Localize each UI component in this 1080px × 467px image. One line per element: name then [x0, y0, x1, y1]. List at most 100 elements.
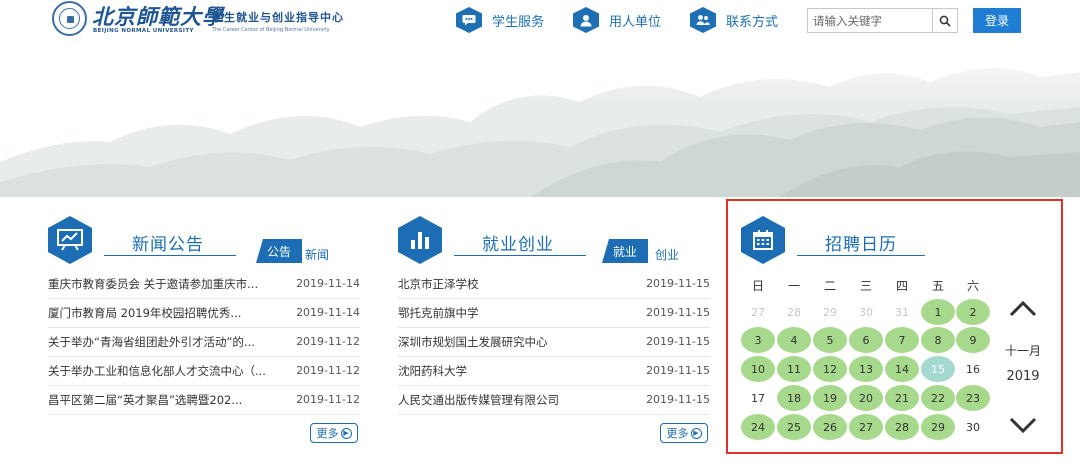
list-item-date: 2019-11-14: [296, 277, 360, 290]
university-seal-logo[interactable]: [52, 1, 87, 36]
calendar-prev-month-button[interactable]: [1005, 295, 1041, 321]
list-item-title: 鄂托克前旗中学: [398, 306, 479, 320]
calendar-day: 29: [823, 305, 837, 319]
calendar-title-underline: [797, 255, 925, 256]
tab-entrepreneurship[interactable]: 创业: [655, 246, 679, 263]
list-item-title: 厦门市教育局 2019年校园招聘优秀...: [48, 306, 242, 320]
bar-chart-icon: [398, 216, 442, 264]
calendar-month-label: 十一月: [1004, 344, 1041, 358]
calendar-day-event[interactable]: 18: [777, 385, 811, 411]
calendar-day: 30: [859, 305, 873, 319]
calendar-day-event[interactable]: 25: [777, 414, 811, 440]
list-item[interactable]: 昌平区第二届“英才聚昌”选聘暨202... 2019-11-12: [48, 386, 360, 415]
list-item-title: 昌平区第二届“英才聚昌”选聘暨202...: [48, 393, 243, 407]
nav-student-services[interactable]: 学生服务: [456, 7, 544, 33]
calendar-section-header: 招聘日历: [741, 216, 941, 264]
news-title-underline: [104, 255, 236, 256]
calendar-day-event[interactable]: 3: [741, 327, 775, 353]
calendar-day-event[interactable]: 14: [885, 356, 919, 382]
calendar-day-event[interactable]: 20: [849, 385, 883, 411]
seal-inner-ring: [59, 8, 80, 29]
tab-news[interactable]: 新闻: [305, 246, 329, 263]
nav-contact[interactable]: 联系方式: [690, 7, 778, 33]
calendar-day: 30: [966, 420, 980, 434]
calendar-day-event[interactable]: 19: [813, 385, 847, 411]
calendar-year-label: 2019: [1006, 369, 1040, 384]
list-item-title: 关于举办“青海省组团赴外引才活动”的...: [48, 335, 255, 349]
list-item-date: 2019-11-15: [646, 277, 710, 290]
calendar-day-event[interactable]: 22: [921, 385, 955, 411]
list-item-date: 2019-11-15: [646, 393, 710, 406]
news-list: 重庆市教育委员会 关于邀请参加重庆市... 2019-11-14 厦门市教育局 2…: [48, 270, 360, 415]
calendar-day-event[interactable]: 23: [956, 385, 990, 411]
nav-employers-label: 用人单位: [609, 14, 662, 30]
calendar-day-event[interactable]: 9: [956, 327, 990, 353]
list-item[interactable]: 沈阳药科大学 2019-11-15: [398, 357, 710, 386]
search-button[interactable]: [932, 9, 957, 32]
list-item[interactable]: 重庆市教育委员会 关于邀请参加重庆市... 2019-11-14: [48, 270, 360, 299]
calendar-day-event[interactable]: 13: [849, 356, 883, 382]
jobs-section-header: 就业创业 就业 创业: [398, 216, 718, 264]
calendar-day-event[interactable]: 6: [849, 327, 883, 353]
calendar-day-event[interactable]: 2: [956, 299, 990, 325]
nav-student-services-label: 学生服务: [492, 14, 545, 30]
weekday-label: 二: [823, 279, 836, 293]
calendar-day-event[interactable]: 11: [777, 356, 811, 382]
calendar-section-title: 招聘日历: [825, 235, 897, 255]
list-item-date: 2019-11-12: [296, 393, 360, 406]
login-button[interactable]: 登录: [973, 8, 1021, 33]
calendar-day-event[interactable]: 5: [813, 327, 847, 353]
calendar-day-event[interactable]: 1: [921, 299, 955, 325]
calendar-day-event[interactable]: 12: [813, 356, 847, 382]
calendar-day-event[interactable]: 26: [813, 414, 847, 440]
list-item[interactable]: 关于举办工业和信息化部人才交流中心（... 2019-11-12: [48, 357, 360, 386]
logo-chinese-name[interactable]: 北京師範大學: [92, 1, 224, 31]
calendar-day: 16: [966, 362, 980, 376]
tab-announcements[interactable]: 公告: [256, 239, 302, 263]
calendar-day-event[interactable]: 21: [885, 385, 919, 411]
site-header: 北京師範大學 BEIJING NORMAL UNIVERSITY 学生就业与创业…: [0, 0, 1080, 42]
chart-icon: [48, 216, 92, 264]
calendar-day-event[interactable]: 4: [777, 327, 811, 353]
calendar-day-event[interactable]: 7: [885, 327, 919, 353]
weekday-label: 一: [787, 279, 800, 293]
weekday-label: 三: [859, 279, 872, 293]
calendar-day: 17: [751, 391, 765, 405]
list-item[interactable]: 深圳市规划国土发展研究中心 2019-11-15: [398, 328, 710, 357]
arrow-right-icon: ▶: [690, 427, 702, 439]
seal-emblem: [67, 16, 74, 23]
news-more-button[interactable]: 更多 ▶: [310, 423, 358, 443]
calendar-next-month-button[interactable]: [1005, 413, 1041, 439]
list-item-title: 沈阳药科大学: [398, 364, 467, 378]
calendar-day-event[interactable]: 8: [921, 327, 955, 353]
news-section-header: 新闻公告 公告 新闻: [48, 216, 368, 264]
more-label: 更多: [316, 427, 339, 440]
list-item-title: 人民交通出版传媒管理有限公司: [398, 393, 559, 407]
calendar-day: 27: [751, 305, 765, 319]
list-item[interactable]: 人民交通出版传媒管理有限公司 2019-11-15: [398, 386, 710, 415]
weekday-label: 五: [931, 279, 944, 293]
calendar-day-event[interactable]: 24: [741, 414, 775, 440]
more-label: 更多: [666, 427, 689, 440]
list-item[interactable]: 关于举办“青海省组团赴外引才活动”的... 2019-11-12: [48, 328, 360, 357]
tab-employment[interactable]: 就业: [602, 239, 648, 263]
news-section-title: 新闻公告: [132, 235, 204, 255]
calendar-day-event[interactable]: 28: [885, 414, 919, 440]
jobs-more-button[interactable]: 更多 ▶: [660, 423, 708, 443]
list-item-title: 关于举办工业和信息化部人才交流中心（...: [48, 364, 266, 378]
jobs-list: 北京市正泽学校 2019-11-15 鄂托克前旗中学 2019-11-15 深圳市规…: [398, 270, 710, 415]
calendar-day-event[interactable]: 29: [921, 414, 955, 440]
calendar-day-event[interactable]: 27: [849, 414, 883, 440]
search-input[interactable]: [808, 9, 933, 32]
list-item-title: 深圳市规划国土发展研究中心: [398, 335, 548, 349]
nav-employers[interactable]: 用人单位: [573, 7, 661, 33]
list-item-date: 2019-11-15: [646, 306, 710, 319]
list-item-title: 北京市正泽学校: [398, 277, 479, 291]
list-item[interactable]: 北京市正泽学校 2019-11-15: [398, 270, 710, 299]
calendar-day-event[interactable]: 10: [741, 356, 775, 382]
list-item-date: 2019-11-12: [296, 364, 360, 377]
list-item[interactable]: 厦门市教育局 2019年校园招聘优秀... 2019-11-14: [48, 299, 360, 328]
career-center-name: 学生就业与创业指导中心: [212, 11, 344, 24]
list-item[interactable]: 鄂托克前旗中学 2019-11-15: [398, 299, 710, 328]
calendar-day-today[interactable]: 15: [921, 356, 955, 382]
